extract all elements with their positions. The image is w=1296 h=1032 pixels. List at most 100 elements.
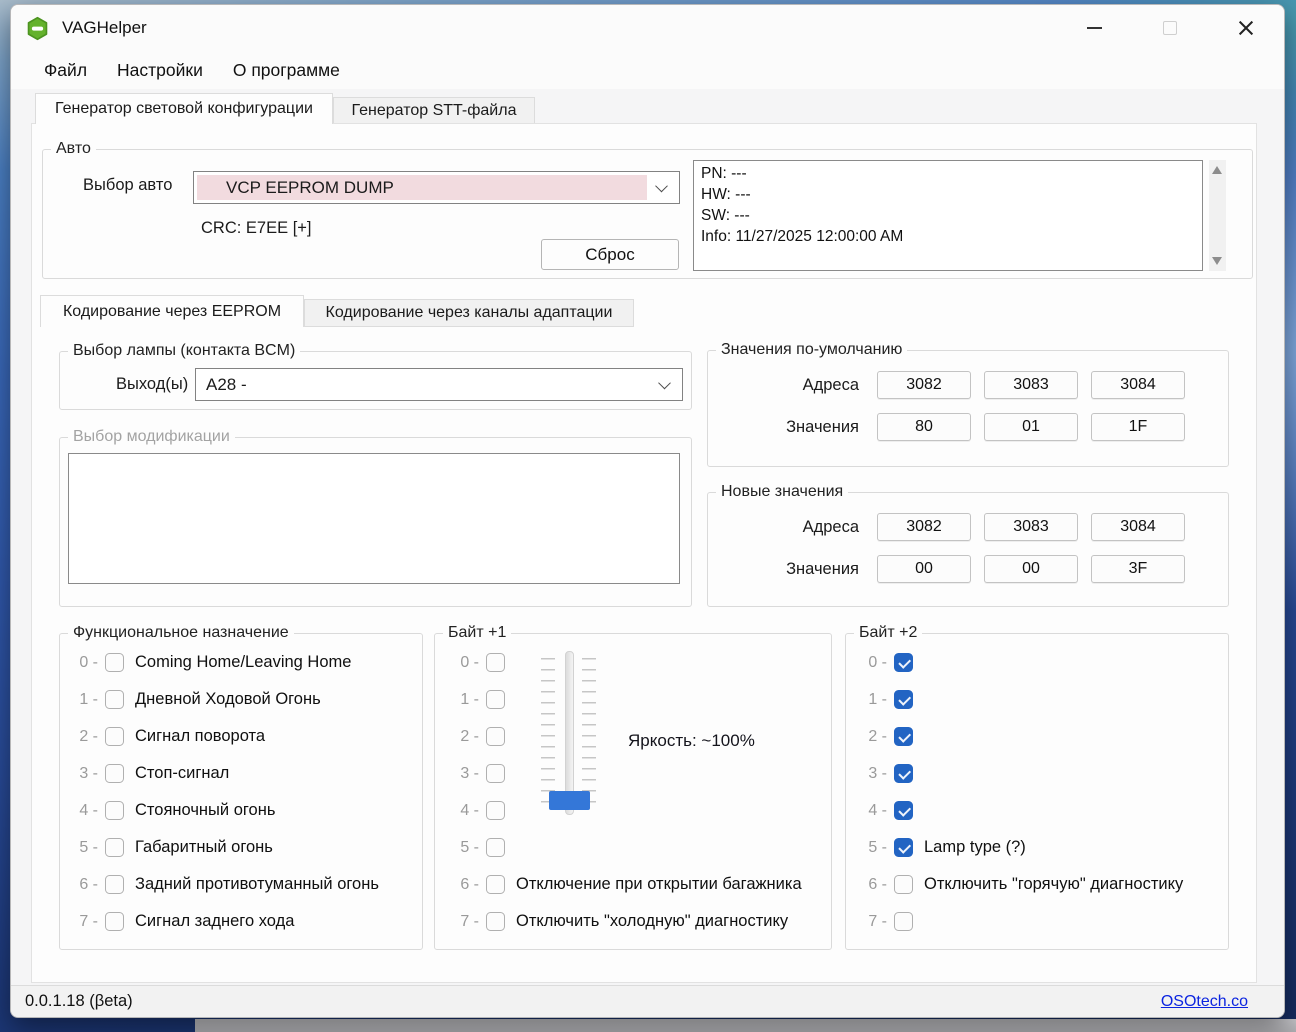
bit-row: 7 - Отключить "холодную" диагностику	[455, 903, 802, 940]
reset-button[interactable]: Сброс	[541, 239, 679, 270]
bit-checkbox[interactable]	[486, 801, 505, 820]
car-select-combobox[interactable]: VCP EEPROM DUMP	[193, 171, 680, 204]
car-select-value: VCP EEPROM DUMP	[194, 172, 649, 203]
bit-checkbox[interactable]	[894, 801, 913, 820]
bit-label: Отключить "холодную" диагностику	[516, 912, 788, 931]
minimize-icon	[1087, 27, 1102, 29]
bit-checkbox[interactable]	[486, 875, 505, 894]
bit-checkbox[interactable]	[105, 875, 124, 894]
value-cell[interactable]: 00	[984, 555, 1078, 583]
tab-light-config-generator[interactable]: Генератор световой конфигурации	[35, 93, 333, 124]
bit-checkbox[interactable]	[894, 912, 913, 931]
bit-row: 3 -	[455, 755, 802, 792]
value-cell[interactable]: 00	[877, 555, 971, 583]
osotech-link[interactable]: OSOtech.co	[1161, 993, 1248, 1011]
tab-coding-adaptation[interactable]: Кодирование через каналы адаптации	[304, 299, 634, 327]
bit-checkbox[interactable]	[105, 801, 124, 820]
bit-number: 3 -	[74, 765, 98, 783]
bit-number: 6 -	[455, 876, 479, 894]
scroll-up-icon[interactable]	[1212, 166, 1222, 174]
value-cell[interactable]: 3F	[1091, 555, 1185, 583]
address-cell[interactable]: 3083	[984, 513, 1078, 541]
byte-plus1-group-title: Байт +1	[443, 624, 511, 642]
new-values-group: Новые значения Адреса 3082 3083 3084 Зна…	[707, 492, 1229, 607]
info-scrollbar[interactable]	[1209, 160, 1226, 271]
app-icon	[25, 16, 50, 41]
bit-checkbox[interactable]	[486, 727, 505, 746]
bit-checkbox[interactable]	[894, 653, 913, 672]
bit-checkbox[interactable]	[894, 875, 913, 894]
app-window: VAGHelper Файл Настройки О программе Ген…	[10, 4, 1285, 1018]
value-cell[interactable]: 01	[984, 413, 1078, 441]
address-cell[interactable]: 3083	[984, 371, 1078, 399]
bit-checkbox[interactable]	[105, 764, 124, 783]
value-cell[interactable]: 1F	[1091, 413, 1185, 441]
modification-listbox[interactable]	[68, 453, 680, 584]
modification-group: Выбор модификации	[59, 437, 692, 607]
bit-checkbox[interactable]	[486, 912, 505, 931]
bit-number: 5 -	[863, 839, 887, 857]
close-button[interactable]	[1222, 12, 1270, 44]
value-cell[interactable]: 80	[877, 413, 971, 441]
bit-number: 5 -	[74, 839, 98, 857]
bit-label: Габаритный огонь	[135, 838, 273, 857]
values-label: Значения	[724, 560, 859, 579]
bit-row: 3 -	[863, 755, 1183, 792]
default-values-group-title: Значения по-умолчанию	[716, 341, 907, 359]
bit-number: 5 -	[455, 839, 479, 857]
bit-number: 2 -	[863, 728, 887, 746]
bit-number: 6 -	[863, 876, 887, 894]
byte-plus2-bit-list: 0 - 1 - 2 -	[863, 644, 1183, 940]
info-line: SW: ---	[701, 205, 1195, 226]
menu-settings[interactable]: Настройки	[102, 56, 218, 85]
brightness-slider-thumb[interactable]	[549, 791, 590, 810]
bit-checkbox[interactable]	[486, 764, 505, 783]
modification-group-title: Выбор модификации	[68, 428, 235, 446]
bit-number: 0 -	[455, 654, 479, 672]
bit-row: 5 - Габаритный огонь	[74, 829, 379, 866]
window-title: VAGHelper	[62, 18, 147, 38]
bit-number: 7 -	[863, 913, 887, 931]
bit-checkbox[interactable]	[486, 653, 505, 672]
new-addresses-row: 3082 3083 3084	[877, 513, 1185, 541]
tab-coding-eeprom[interactable]: Кодирование через EEPROM	[40, 295, 304, 327]
ecu-info-box[interactable]: PN: --- HW: --- SW: --- Info: 11/27/2025…	[693, 160, 1203, 271]
bit-number: 4 -	[863, 802, 887, 820]
bit-row: 3 - Стоп-сигнал	[74, 755, 379, 792]
address-cell[interactable]: 3084	[1091, 371, 1185, 399]
bit-checkbox[interactable]	[894, 838, 913, 857]
bit-label: Lamp type (?)	[924, 838, 1026, 857]
bit-checkbox[interactable]	[105, 838, 124, 857]
maximize-button[interactable]	[1146, 12, 1194, 44]
bit-checkbox[interactable]	[105, 912, 124, 931]
bit-checkbox[interactable]	[105, 727, 124, 746]
bit-number: 6 -	[74, 876, 98, 894]
bit-checkbox[interactable]	[894, 690, 913, 709]
tab-stt-file-generator[interactable]: Генератор STT-файла	[333, 97, 535, 124]
address-cell[interactable]: 3082	[877, 513, 971, 541]
bit-checkbox[interactable]	[894, 764, 913, 783]
lamp-select-group-title: Выбор лампы (контакта BCM)	[68, 342, 300, 360]
bit-number: 1 -	[74, 691, 98, 709]
bit-number: 3 -	[863, 765, 887, 783]
window-controls	[1042, 12, 1270, 44]
output-combobox[interactable]: A28 -	[195, 368, 683, 401]
minimize-button[interactable]	[1070, 12, 1118, 44]
menu-about[interactable]: О программе	[218, 56, 355, 85]
scroll-down-icon[interactable]	[1212, 257, 1222, 265]
bit-number: 2 -	[74, 728, 98, 746]
bit-checkbox[interactable]	[894, 727, 913, 746]
bit-checkbox[interactable]	[486, 690, 505, 709]
bit-checkbox[interactable]	[486, 838, 505, 857]
bit-row: 0 - Coming Home/Leaving Home	[74, 644, 379, 681]
info-line: HW: ---	[701, 184, 1195, 205]
byte-plus2-group-title: Байт +2	[854, 624, 922, 642]
bit-number: 1 -	[455, 691, 479, 709]
bit-checkbox[interactable]	[105, 653, 124, 672]
menu-file[interactable]: Файл	[29, 56, 102, 85]
address-cell[interactable]: 3082	[877, 371, 971, 399]
bit-row: 1 -	[863, 681, 1183, 718]
bit-checkbox[interactable]	[105, 690, 124, 709]
lamp-select-group: Выбор лампы (контакта BCM) Выход(ы) A28 …	[59, 351, 692, 410]
address-cell[interactable]: 3084	[1091, 513, 1185, 541]
